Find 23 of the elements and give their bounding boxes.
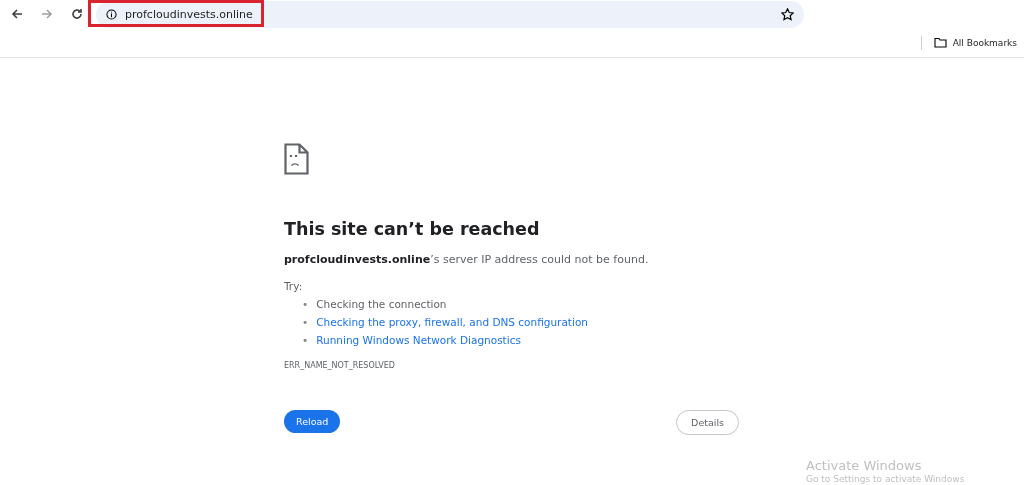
details-button[interactable]: Details xyxy=(676,410,739,435)
forward-arrow-icon[interactable] xyxy=(41,8,53,20)
error-message: profcloudinvests.online’s server IP address could not be found. xyxy=(284,253,650,266)
folder-icon[interactable] xyxy=(933,37,947,48)
error-title: This site can’t be reached xyxy=(284,219,541,239)
star-icon[interactable] xyxy=(781,7,794,21)
reload-page-button[interactable]: Reload xyxy=(284,410,341,433)
activation-title: Activate Windows xyxy=(806,458,923,474)
url-text: profcloudinvests.online xyxy=(125,7,253,21)
info-icon[interactable] xyxy=(106,8,117,20)
reload-icon[interactable] xyxy=(71,8,83,20)
bullet: • xyxy=(302,333,309,348)
bullet: • xyxy=(302,315,309,330)
activation-subtitle: Go to Settings to activate Windows xyxy=(806,474,965,485)
sad-page-icon xyxy=(284,143,309,175)
bullet: • xyxy=(302,297,309,312)
suggestion-link[interactable]: Running Windows Network Diagnostics xyxy=(316,331,521,349)
try-label: Try: xyxy=(284,280,304,292)
suggestion-text: Checking the connection xyxy=(316,297,447,312)
error-code: ERR_NAME_NOT_RESOLVED xyxy=(284,361,396,370)
back-arrow-icon[interactable] xyxy=(11,8,23,20)
suggestion-link[interactable]: Checking the proxy, firewall, and DNS configuration xyxy=(316,313,588,331)
all-bookmarks-label[interactable]: All Bookmarks xyxy=(952,37,1017,48)
